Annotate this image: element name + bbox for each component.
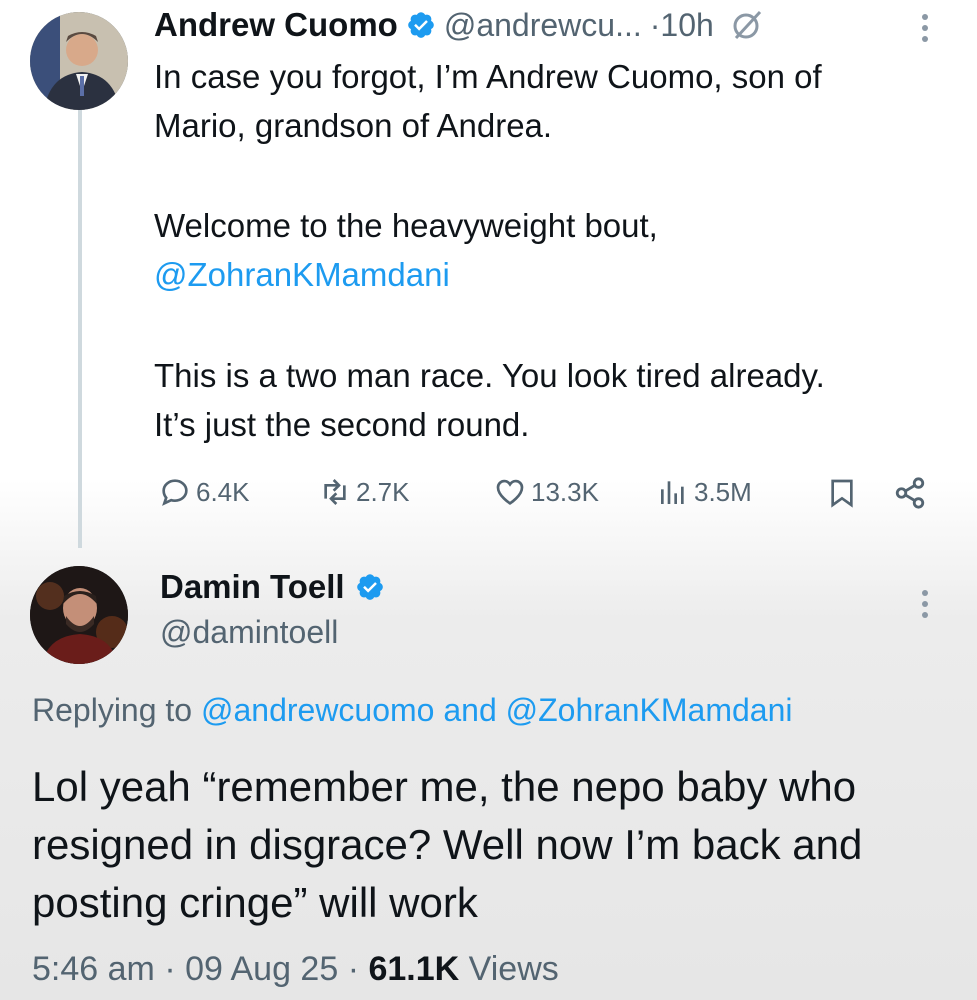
reply-header: Damin Toell — [160, 568, 385, 606]
reply-meta: 5:46 am · 09 Aug 25 · 61.1K Views — [32, 950, 559, 989]
views-action[interactable]: 3.5M — [656, 476, 752, 508]
like-action[interactable]: 13.3K — [493, 476, 599, 508]
replying-user-link[interactable]: @ZohranKMamdani — [506, 692, 793, 728]
tweet-time[interactable]: ·10h — [650, 7, 714, 44]
reply-count: 6.4K — [196, 476, 250, 507]
reply-views-count: 61.1K — [368, 950, 460, 988]
reply-line: Lol yeah “remember me, the nepo baby who — [32, 763, 857, 810]
reply-icon — [162, 479, 188, 506]
meta-separator: · — [347, 950, 360, 988]
reply-handle[interactable]: @damintoell — [160, 614, 338, 651]
reply-action[interactable]: 6.4K — [158, 476, 250, 508]
tweet-line: It’s just the second round. — [154, 406, 530, 443]
reply-line: resigned in disgrace? Well now I’m back … — [32, 821, 863, 868]
mention-link[interactable]: @ZohranKMamdani — [154, 250, 658, 299]
tweet-line: Mario, grandson of Andrea. — [154, 107, 553, 144]
tweet-line: Welcome to the heavyweight bout, — [154, 207, 658, 244]
views-icon — [661, 481, 684, 504]
reply-views-label: Views — [468, 950, 559, 988]
reply-date[interactable]: 09 Aug 25 — [185, 950, 338, 988]
retweet-icon — [324, 479, 346, 505]
retweet-count: 2.7K — [356, 476, 410, 507]
like-icon — [496, 479, 524, 505]
thread-line — [78, 108, 82, 548]
replying-prefix: Replying to — [32, 692, 193, 728]
tweet-paragraph-3: This is a two man race. You look tired a… — [154, 351, 825, 449]
reply-body: Lol yeah “remember me, the nepo baby who… — [32, 758, 862, 932]
bookmark-icon[interactable] — [826, 476, 858, 510]
verified-badge-icon — [408, 12, 434, 38]
author-name[interactable]: Andrew Cuomo — [154, 6, 398, 44]
more-icon[interactable] — [922, 590, 928, 618]
views-count: 3.5M — [694, 476, 752, 507]
replying-to: Replying to @andrewcuomo and @ZohranKMam… — [32, 692, 792, 729]
grok-icon[interactable] — [730, 8, 764, 42]
tweet-body: In case you forgot, I’m Andrew Cuomo, so… — [154, 52, 822, 150]
reply-line: posting cringe” will work — [32, 879, 478, 926]
reply-author-name[interactable]: Damin Toell — [160, 568, 345, 606]
reply-time[interactable]: 5:46 am — [32, 950, 155, 988]
avatar-damin-toell[interactable] — [30, 566, 128, 664]
replying-and: and — [443, 692, 497, 728]
replying-user-link[interactable]: @andrewcuomo — [201, 692, 434, 728]
author-handle[interactable]: @andrewcu... — [444, 7, 642, 44]
share-icon[interactable] — [892, 476, 928, 510]
tweet-line: This is a two man race. You look tired a… — [154, 357, 825, 394]
more-icon[interactable] — [922, 14, 928, 42]
tweet-line: In case you forgot, I’m Andrew Cuomo, so… — [154, 58, 822, 95]
meta-separator: · — [164, 950, 176, 988]
verified-badge-icon — [356, 574, 383, 600]
avatar-andrew-cuomo[interactable] — [30, 12, 128, 110]
like-count: 13.3K — [531, 476, 599, 507]
tweet-paragraph-2: Welcome to the heavyweight bout, @Zohran… — [154, 201, 658, 299]
tweet-header: Andrew Cuomo @andrewcu... ·10h — [154, 6, 764, 44]
retweet-action[interactable]: 2.7K — [318, 476, 410, 508]
